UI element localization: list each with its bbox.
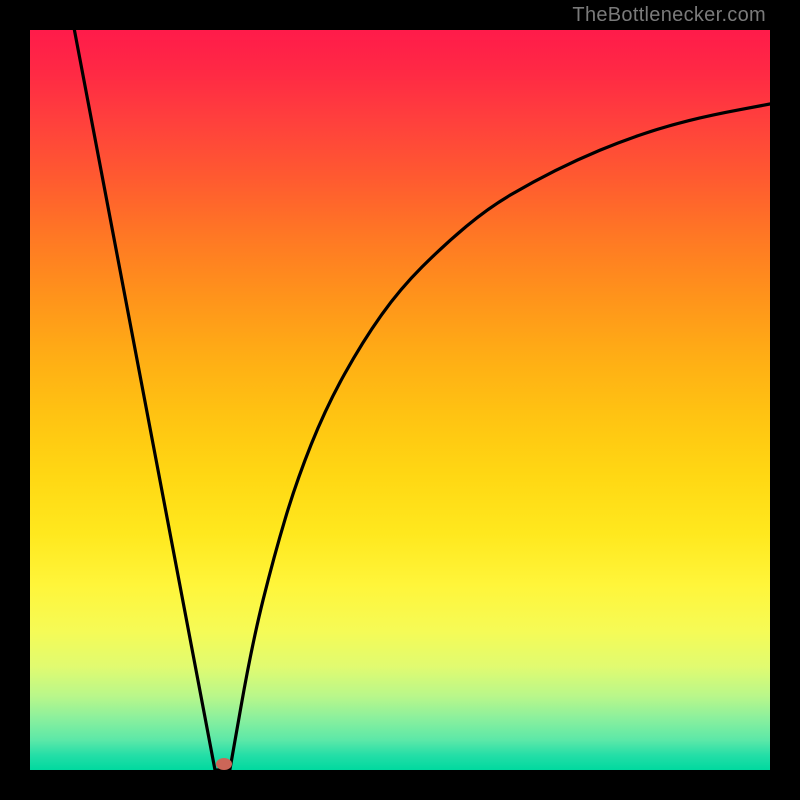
watermark-text: TheBottlenecker.com	[572, 4, 766, 27]
optimal-point-marker	[216, 758, 232, 770]
plot-area	[30, 30, 770, 770]
chart-frame: TheBottlenecker.com	[0, 0, 800, 800]
bottleneck-curve	[30, 30, 770, 770]
